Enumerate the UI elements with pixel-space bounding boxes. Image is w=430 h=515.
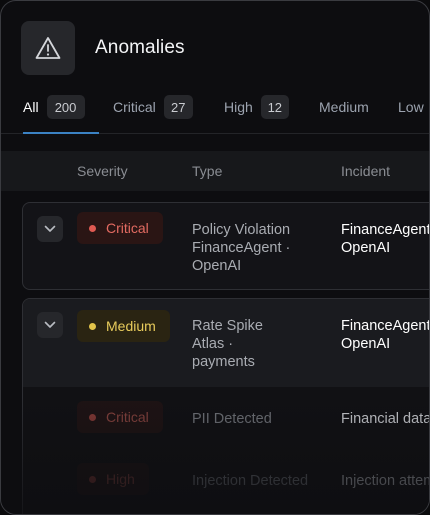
anomaly-type: Policy Violation FinanceAgent · OpenAI [192, 221, 290, 275]
app-window: Anomalies All 200 Critical 27 High 12 Me… [0, 0, 430, 515]
tab-all[interactable]: All 200 [23, 93, 85, 121]
type-line: payments [192, 354, 255, 370]
incident-line: FinanceAgent [341, 222, 430, 238]
severity-badge: Medium [77, 310, 170, 342]
type-line: FinanceAgent · [192, 240, 291, 256]
table-row[interactable]: Critical Policy Violation FinanceAgent ·… [22, 202, 430, 290]
tab-label: Medium [319, 99, 369, 115]
table-header: Severity Type Incident [1, 151, 429, 191]
collapse-row-button[interactable] [37, 312, 63, 338]
tab-count-badge: 12 [260, 95, 289, 119]
incident-line: Injection attempt [341, 473, 429, 489]
type-line: OpenAI [192, 258, 242, 274]
tab-count-badge: 200 [46, 95, 85, 119]
incident-text: Financial data [341, 410, 430, 428]
severity-label: Medium [106, 318, 156, 334]
severity-tabs: All 200 Critical 27 High 12 Medium Low [1, 93, 429, 135]
warning-triangle-icon [35, 37, 61, 59]
type-line: Policy Violation [192, 222, 291, 238]
column-header-severity[interactable]: Severity [77, 163, 128, 179]
type-line: Rate Spike [192, 318, 263, 334]
table-row[interactable]: Medium Rate Spike Atlas · payments Finan… [23, 299, 430, 387]
tab-low[interactable]: Low [398, 93, 424, 121]
severity-badge: Critical [77, 212, 163, 244]
severity-label: Critical [106, 409, 149, 425]
anomalies-icon-box [21, 21, 75, 75]
table-row[interactable]: High Injection Detected Injection attemp… [23, 449, 429, 514]
tab-label: Low [398, 99, 424, 115]
severity-dot [89, 413, 96, 421]
column-header-type[interactable]: Type [192, 163, 222, 179]
table-row[interactable]: Critical PII Detected Financial data [23, 387, 430, 449]
severity-dot [89, 322, 96, 330]
tab-count-badge: 27 [163, 95, 193, 119]
tab-medium[interactable]: Medium [319, 93, 369, 121]
expanded-row-group: Medium Rate Spike Atlas · payments Finan… [22, 298, 430, 514]
incident-line: OpenAI [341, 240, 391, 256]
type-line: Atlas · [192, 336, 234, 352]
chevron-down-icon [44, 321, 56, 328]
incident-text: Injection attempt [341, 472, 429, 490]
severity-label: High [106, 471, 135, 487]
incident-line: Financial data [341, 411, 430, 427]
page-title: Anomalies [95, 37, 185, 58]
tab-high[interactable]: High 12 [224, 93, 289, 121]
severity-dot [89, 224, 96, 232]
chevron-down-icon [44, 225, 56, 232]
expand-row-button[interactable] [37, 216, 63, 242]
page-header: Anomalies [21, 21, 185, 75]
incident-text: FinanceAgent OpenAI [341, 317, 430, 353]
anomaly-type: Injection Detected [192, 472, 308, 490]
severity-badge: High [77, 463, 149, 495]
severity-dot [89, 475, 96, 483]
tab-label: High [224, 99, 253, 115]
severity-badge: Critical [77, 401, 163, 433]
anomaly-type: PII Detected [192, 410, 272, 428]
incident-line: FinanceAgent [341, 318, 430, 334]
type-line: Injection Detected [192, 473, 309, 489]
active-tab-indicator [23, 132, 99, 134]
incident-line: OpenAI [341, 336, 391, 352]
tab-label: Critical [113, 99, 156, 115]
anomaly-type: Rate Spike Atlas · payments [192, 317, 263, 371]
tab-critical[interactable]: Critical 27 [113, 93, 193, 121]
severity-label: Critical [106, 220, 149, 236]
type-line: PII Detected [192, 411, 272, 427]
column-header-incident[interactable]: Incident [341, 163, 390, 179]
incident-text: FinanceAgent OpenAI [341, 221, 430, 257]
tab-label: All [23, 99, 39, 115]
